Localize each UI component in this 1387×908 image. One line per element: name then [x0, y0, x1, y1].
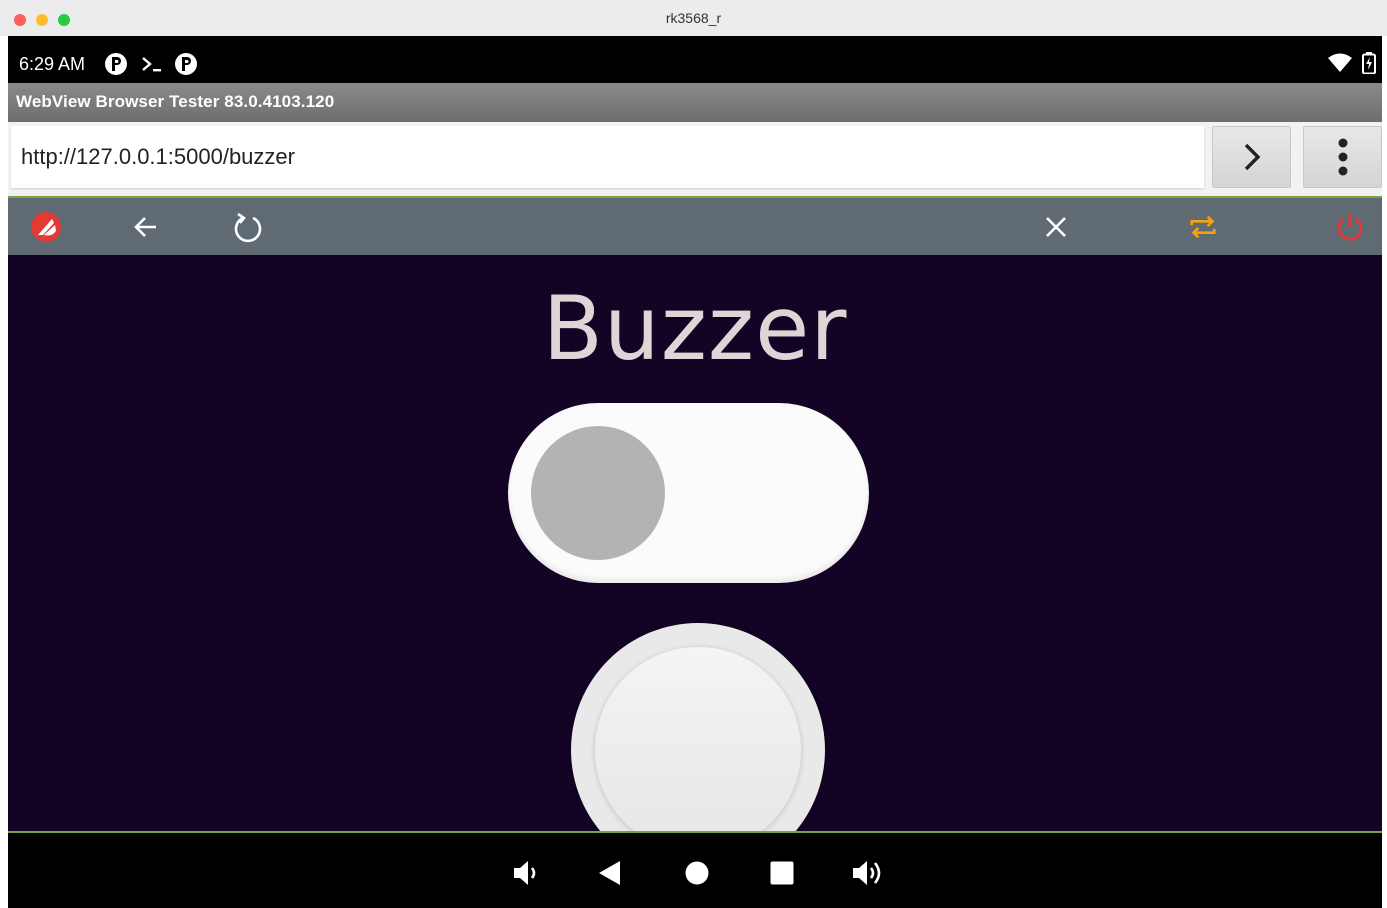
close-icon[interactable]	[1040, 211, 1072, 243]
buzzer-toggle-switch[interactable]	[508, 403, 869, 583]
home-icon[interactable]	[680, 856, 714, 890]
app-title: WebView Browser Tester 83.0.4103.120	[16, 92, 335, 111]
web-content: Buzzer	[8, 255, 1382, 833]
url-row	[8, 122, 1382, 196]
wifi-icon	[1328, 53, 1352, 78]
notification-p-icon	[104, 52, 128, 81]
navigation-bar	[8, 835, 1382, 908]
notification-p-icon	[174, 52, 198, 81]
device-screen: 6:29 AM WebView Browser Tester 83.0.4103…	[8, 36, 1382, 908]
repeat-icon[interactable]	[1187, 211, 1219, 243]
power-icon[interactable]	[1334, 211, 1366, 243]
app-logo-icon[interactable]	[30, 211, 62, 243]
window-title: rk3568_r	[665, 10, 722, 26]
volume-up-icon[interactable]	[850, 856, 884, 890]
buzzer-button[interactable]	[571, 623, 825, 831]
back-icon[interactable]	[593, 856, 627, 890]
go-button[interactable]	[1212, 126, 1291, 188]
status-time: 6:29 AM	[19, 54, 86, 74]
volume-down-icon[interactable]	[508, 856, 542, 890]
window-titlebar: rk3568_r	[0, 0, 1387, 36]
battery-charging-icon	[1362, 52, 1376, 79]
status-bar: 6:29 AM	[8, 36, 1382, 83]
page-title: Buzzer	[542, 277, 848, 380]
overflow-menu-button[interactable]	[1303, 126, 1382, 188]
toggle-knob	[531, 426, 665, 560]
buzzer-button-face[interactable]	[595, 647, 801, 831]
more-vertical-icon	[1338, 138, 1347, 176]
reload-icon[interactable]	[232, 211, 264, 243]
terminal-icon	[140, 52, 164, 81]
app-titlebar: WebView Browser Tester 83.0.4103.120	[8, 83, 1382, 122]
chevron-right-icon	[1244, 143, 1260, 171]
back-arrow-icon[interactable]	[130, 211, 162, 243]
url-input[interactable]	[11, 126, 1204, 188]
browser-toolbar	[8, 196, 1382, 255]
recents-icon[interactable]	[765, 856, 799, 890]
